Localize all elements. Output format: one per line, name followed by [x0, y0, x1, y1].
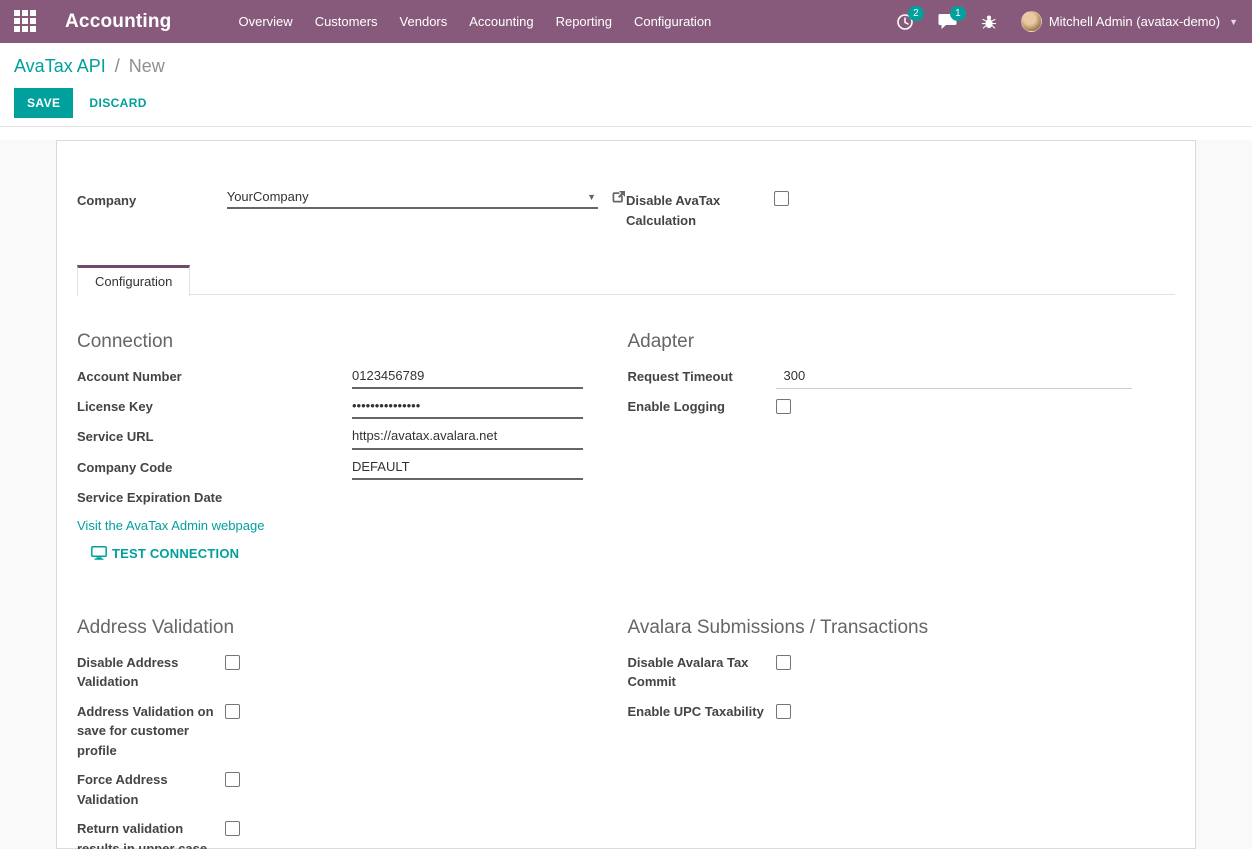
- user-name: Mitchell Admin (avatax-demo): [1049, 14, 1220, 29]
- message-badge: 1: [950, 6, 966, 21]
- save-button[interactable]: SAVE: [14, 88, 73, 118]
- address-validation-on-save-label: Address Validation on save for customer …: [77, 702, 225, 761]
- top-navbar: Accounting Overview Customers Vendors Ac…: [0, 0, 1252, 43]
- enable-upc-taxability-label: Enable UPC Taxability: [628, 702, 776, 722]
- company-code-input[interactable]: DEFAULT: [352, 458, 583, 480]
- menu-reporting[interactable]: Reporting: [545, 2, 623, 41]
- disable-avalara-tax-commit-label: Disable Avalara Tax Commit: [628, 653, 776, 692]
- apps-grid-icon[interactable]: [14, 10, 37, 33]
- form-sheet: Company YourCompany ▼ Disable AvaTax Cal…: [56, 140, 1196, 849]
- user-menu[interactable]: Mitchell Admin (avatax-demo) ▼: [1021, 11, 1238, 32]
- service-url-label: Service URL: [77, 427, 352, 447]
- account-number-label: Account Number: [77, 367, 352, 387]
- avatar: [1021, 11, 1042, 32]
- app-title[interactable]: Accounting: [65, 11, 172, 33]
- company-code-label: Company Code: [77, 458, 352, 478]
- breadcrumb-separator: /: [115, 56, 120, 76]
- debug-bug-icon[interactable]: [981, 14, 997, 30]
- disable-address-validation-label: Disable Address Validation: [77, 653, 225, 692]
- force-address-validation-label: Force Address Validation: [77, 770, 225, 809]
- avatax-admin-webpage-link[interactable]: Visit the AvaTax Admin webpage: [77, 518, 264, 533]
- request-timeout-input[interactable]: 300: [776, 367, 1132, 389]
- address-validation-on-save-checkbox[interactable]: [225, 704, 240, 719]
- tab-configuration[interactable]: Configuration: [77, 265, 190, 297]
- address-validation-title: Address Validation: [77, 617, 625, 639]
- address-validation-group: Address Validation Disable Address Valid…: [77, 617, 625, 849]
- discard-button[interactable]: DISCARD: [89, 96, 146, 110]
- service-url-input[interactable]: https://avatax.avalara.net: [352, 427, 583, 449]
- company-value[interactable]: YourCompany: [227, 189, 587, 204]
- avalara-submissions-title: Avalara Submissions / Transactions: [628, 617, 1176, 639]
- external-link-icon[interactable]: [612, 190, 626, 204]
- license-key-input[interactable]: •••••••••••••••: [352, 397, 583, 419]
- menu-vendors[interactable]: Vendors: [389, 2, 459, 41]
- request-timeout-label: Request Timeout: [628, 367, 776, 387]
- bug-icon: [981, 14, 997, 30]
- messages-icon-wrap[interactable]: 1: [938, 13, 957, 30]
- breadcrumb-current: New: [129, 56, 165, 76]
- menu-overview[interactable]: Overview: [228, 2, 304, 41]
- return-validation-uppercase-label: Return validation results in upper case: [77, 819, 225, 849]
- activities-clock-icon[interactable]: 2: [896, 13, 914, 31]
- test-connection-button[interactable]: TEST CONNECTION: [91, 546, 239, 561]
- test-connection-label: TEST CONNECTION: [112, 546, 239, 561]
- enable-logging-label: Enable Logging: [628, 397, 776, 417]
- adapter-group: Adapter Request Timeout 300 Enable Loggi…: [628, 331, 1176, 561]
- account-number-input[interactable]: 0123456789: [352, 367, 583, 389]
- license-key-label: License Key: [77, 397, 352, 417]
- disable-avalara-tax-commit-checkbox[interactable]: [776, 655, 791, 670]
- enable-logging-checkbox[interactable]: [776, 399, 791, 414]
- return-validation-uppercase-checkbox[interactable]: [225, 821, 240, 836]
- menu-configuration[interactable]: Configuration: [623, 2, 722, 41]
- top-menu: Overview Customers Vendors Accounting Re…: [228, 2, 723, 41]
- disable-avatax-checkbox[interactable]: [774, 191, 789, 206]
- connection-group: Connection Account Number 0123456789 Lic…: [77, 331, 625, 561]
- enable-upc-taxability-checkbox[interactable]: [776, 704, 791, 719]
- breadcrumb: AvaTax API / New: [14, 56, 1238, 77]
- avalara-submissions-group: Avalara Submissions / Transactions Disab…: [628, 617, 1176, 849]
- company-input[interactable]: YourCompany ▼: [227, 189, 598, 209]
- disable-address-validation-checkbox[interactable]: [225, 655, 240, 670]
- adapter-title: Adapter: [628, 331, 1176, 353]
- activity-badge: 2: [908, 6, 924, 21]
- breadcrumb-avatax-api[interactable]: AvaTax API: [14, 56, 106, 76]
- page-background: Company YourCompany ▼ Disable AvaTax Cal…: [0, 140, 1252, 849]
- chevron-down-icon: ▼: [1229, 17, 1238, 27]
- menu-accounting[interactable]: Accounting: [458, 2, 544, 41]
- control-panel: AvaTax API / New SAVE DISCARD: [0, 43, 1252, 127]
- company-label: Company: [77, 189, 227, 211]
- menu-customers[interactable]: Customers: [304, 2, 389, 41]
- monitor-icon: [91, 546, 107, 560]
- connection-title: Connection: [77, 331, 625, 353]
- service-expiration-date-value: [352, 488, 583, 490]
- dropdown-caret-icon[interactable]: ▼: [587, 192, 596, 202]
- notebook-tab-bar: Configuration: [77, 264, 1175, 295]
- disable-avatax-label: Disable AvaTax Calculation: [626, 189, 774, 230]
- service-expiration-date-label: Service Expiration Date: [77, 488, 352, 508]
- force-address-validation-checkbox[interactable]: [225, 772, 240, 787]
